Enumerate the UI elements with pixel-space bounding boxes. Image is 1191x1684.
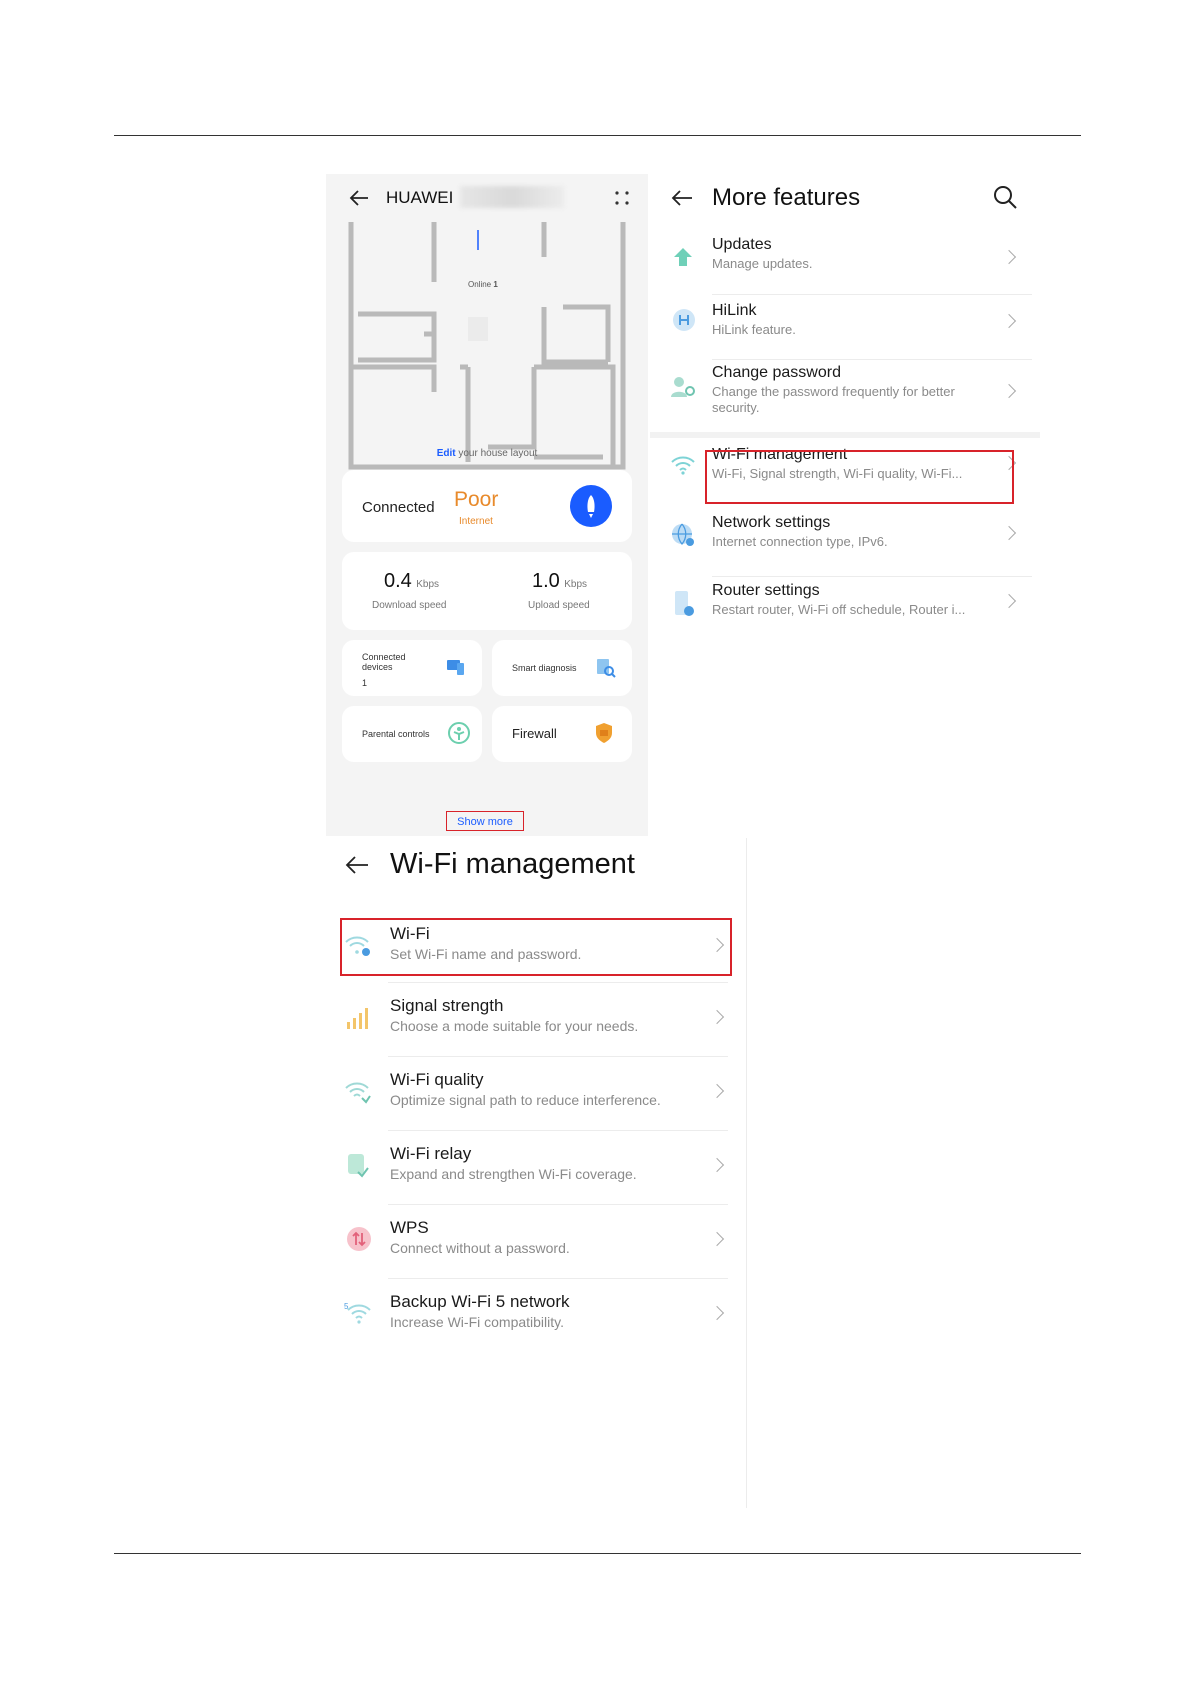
- chevron-right-icon: [709, 1157, 725, 1173]
- divider: [388, 982, 728, 983]
- internet-quality: Poor: [454, 488, 499, 511]
- menu-item-wps[interactable]: WPS Connect without a password.: [326, 1214, 726, 1274]
- speed-card: 0.4 Kbps Download speed 1.0 Kbps Upload …: [342, 552, 632, 630]
- highlight-wifi-management: [705, 450, 1014, 504]
- search-icon[interactable]: [992, 184, 1018, 210]
- router-gear-icon: [675, 591, 694, 616]
- download-speed-label: Download speed: [372, 600, 447, 611]
- online-indicator: Online 1: [468, 280, 498, 289]
- back-arrow-icon[interactable]: [670, 188, 694, 208]
- page-title: More features: [712, 184, 861, 211]
- wps-icon: [347, 1227, 371, 1251]
- back-arrow-icon[interactable]: [348, 188, 370, 208]
- router-home-screen: HUAWEI Online 1 Edit your house layout C…: [326, 174, 648, 836]
- show-more-button[interactable]: Show more: [446, 811, 524, 831]
- download-speed-value: 0.4 Kbps: [384, 570, 440, 592]
- menu-item-updates[interactable]: Updates Manage updates.: [650, 234, 1040, 296]
- speed-boost-button[interactable]: [570, 485, 612, 527]
- chevron-right-icon: [1001, 525, 1017, 541]
- hilink-icon: [673, 309, 695, 331]
- house-layout-map[interactable]: [348, 222, 626, 472]
- menu-item-change-password[interactable]: Change password Change the password freq…: [650, 364, 1040, 424]
- menu-item-signal-strength[interactable]: Signal strength Choose a mode suitable f…: [326, 992, 726, 1052]
- divider: [388, 1056, 728, 1057]
- chevron-right-icon: [709, 1231, 725, 1247]
- divider: [388, 1204, 728, 1205]
- page-title: Wi-Fi management: [390, 848, 635, 880]
- more-options-icon[interactable]: [614, 190, 630, 206]
- chevron-right-icon: [1001, 593, 1017, 609]
- page-top-rule: [114, 135, 1081, 136]
- highlight-wifi: [340, 918, 732, 976]
- menu-item-network-settings[interactable]: Network settings Internet connection typ…: [650, 514, 1040, 566]
- diagnosis-icon: [597, 659, 616, 678]
- menu-item-wifi-quality[interactable]: Wi-Fi quality Optimize signal path to re…: [326, 1066, 726, 1126]
- chevron-right-icon: [1001, 313, 1017, 329]
- connected-devices-tile[interactable]: Connected devices 1: [342, 640, 482, 696]
- menu-item-wifi-relay[interactable]: Wi-Fi relay Expand and strengthen Wi-Fi …: [326, 1140, 726, 1200]
- wifi-quality-icon: [345, 1082, 371, 1104]
- firewall-shield-icon: [596, 723, 612, 743]
- chevron-right-icon: [709, 1083, 725, 1099]
- section-divider: [650, 432, 1040, 438]
- smart-diagnosis-tile[interactable]: Smart diagnosis: [492, 640, 632, 696]
- update-arrow-icon: [674, 248, 692, 266]
- wifi-icon: [671, 456, 695, 475]
- menu-item-backup-wifi5[interactable]: 5 Backup Wi-Fi 5 network Increase Wi-Fi …: [326, 1288, 726, 1348]
- wifi5-icon: 5: [344, 1302, 371, 1324]
- divider: [388, 1278, 728, 1279]
- devices-icon: [447, 660, 464, 675]
- more-features-screen: More features Updates Manage updates. Hi…: [650, 174, 1040, 654]
- globe-gear-icon: [672, 523, 694, 546]
- connection-status-card[interactable]: Connected Poor Internet: [342, 470, 632, 542]
- chevron-right-icon: [709, 1009, 725, 1025]
- internet-label: Internet: [459, 516, 493, 527]
- page-bottom-rule: [114, 1553, 1081, 1554]
- divider: [388, 1130, 728, 1131]
- edit-layout-link[interactable]: Edit: [437, 448, 456, 459]
- menu-item-router-settings[interactable]: Router settings Restart router, Wi-Fi of…: [650, 582, 1040, 634]
- redacted-model-name: [460, 186, 564, 208]
- chevron-right-icon: [1001, 249, 1017, 265]
- upload-speed-label: Upload speed: [528, 600, 590, 611]
- router-brand-title: HUAWEI: [386, 188, 454, 207]
- rocket-icon: [587, 495, 595, 518]
- wifi-management-screen: Wi-Fi management Wi-Fi Set Wi-Fi name an…: [326, 838, 747, 1508]
- divider: [712, 359, 1032, 360]
- back-arrow-icon[interactable]: [344, 854, 370, 876]
- divider: [712, 576, 1032, 577]
- chevron-right-icon: [709, 1305, 725, 1321]
- firewall-tile[interactable]: Firewall: [492, 706, 632, 762]
- signal-bars-icon: [347, 1008, 368, 1029]
- chevron-right-icon: [1001, 383, 1017, 399]
- relay-icon: [348, 1154, 369, 1178]
- upload-speed-value: 1.0 Kbps: [532, 570, 588, 592]
- parental-controls-icon: [448, 722, 470, 744]
- divider: [712, 294, 1032, 295]
- user-key-icon: [671, 377, 695, 397]
- connected-label: Connected: [362, 499, 435, 516]
- edit-layout-row: Edit your house layout: [436, 448, 538, 459]
- menu-item-hilink[interactable]: HiLink HiLink feature.: [650, 302, 1040, 360]
- parental-controls-tile[interactable]: Parental controls: [342, 706, 482, 762]
